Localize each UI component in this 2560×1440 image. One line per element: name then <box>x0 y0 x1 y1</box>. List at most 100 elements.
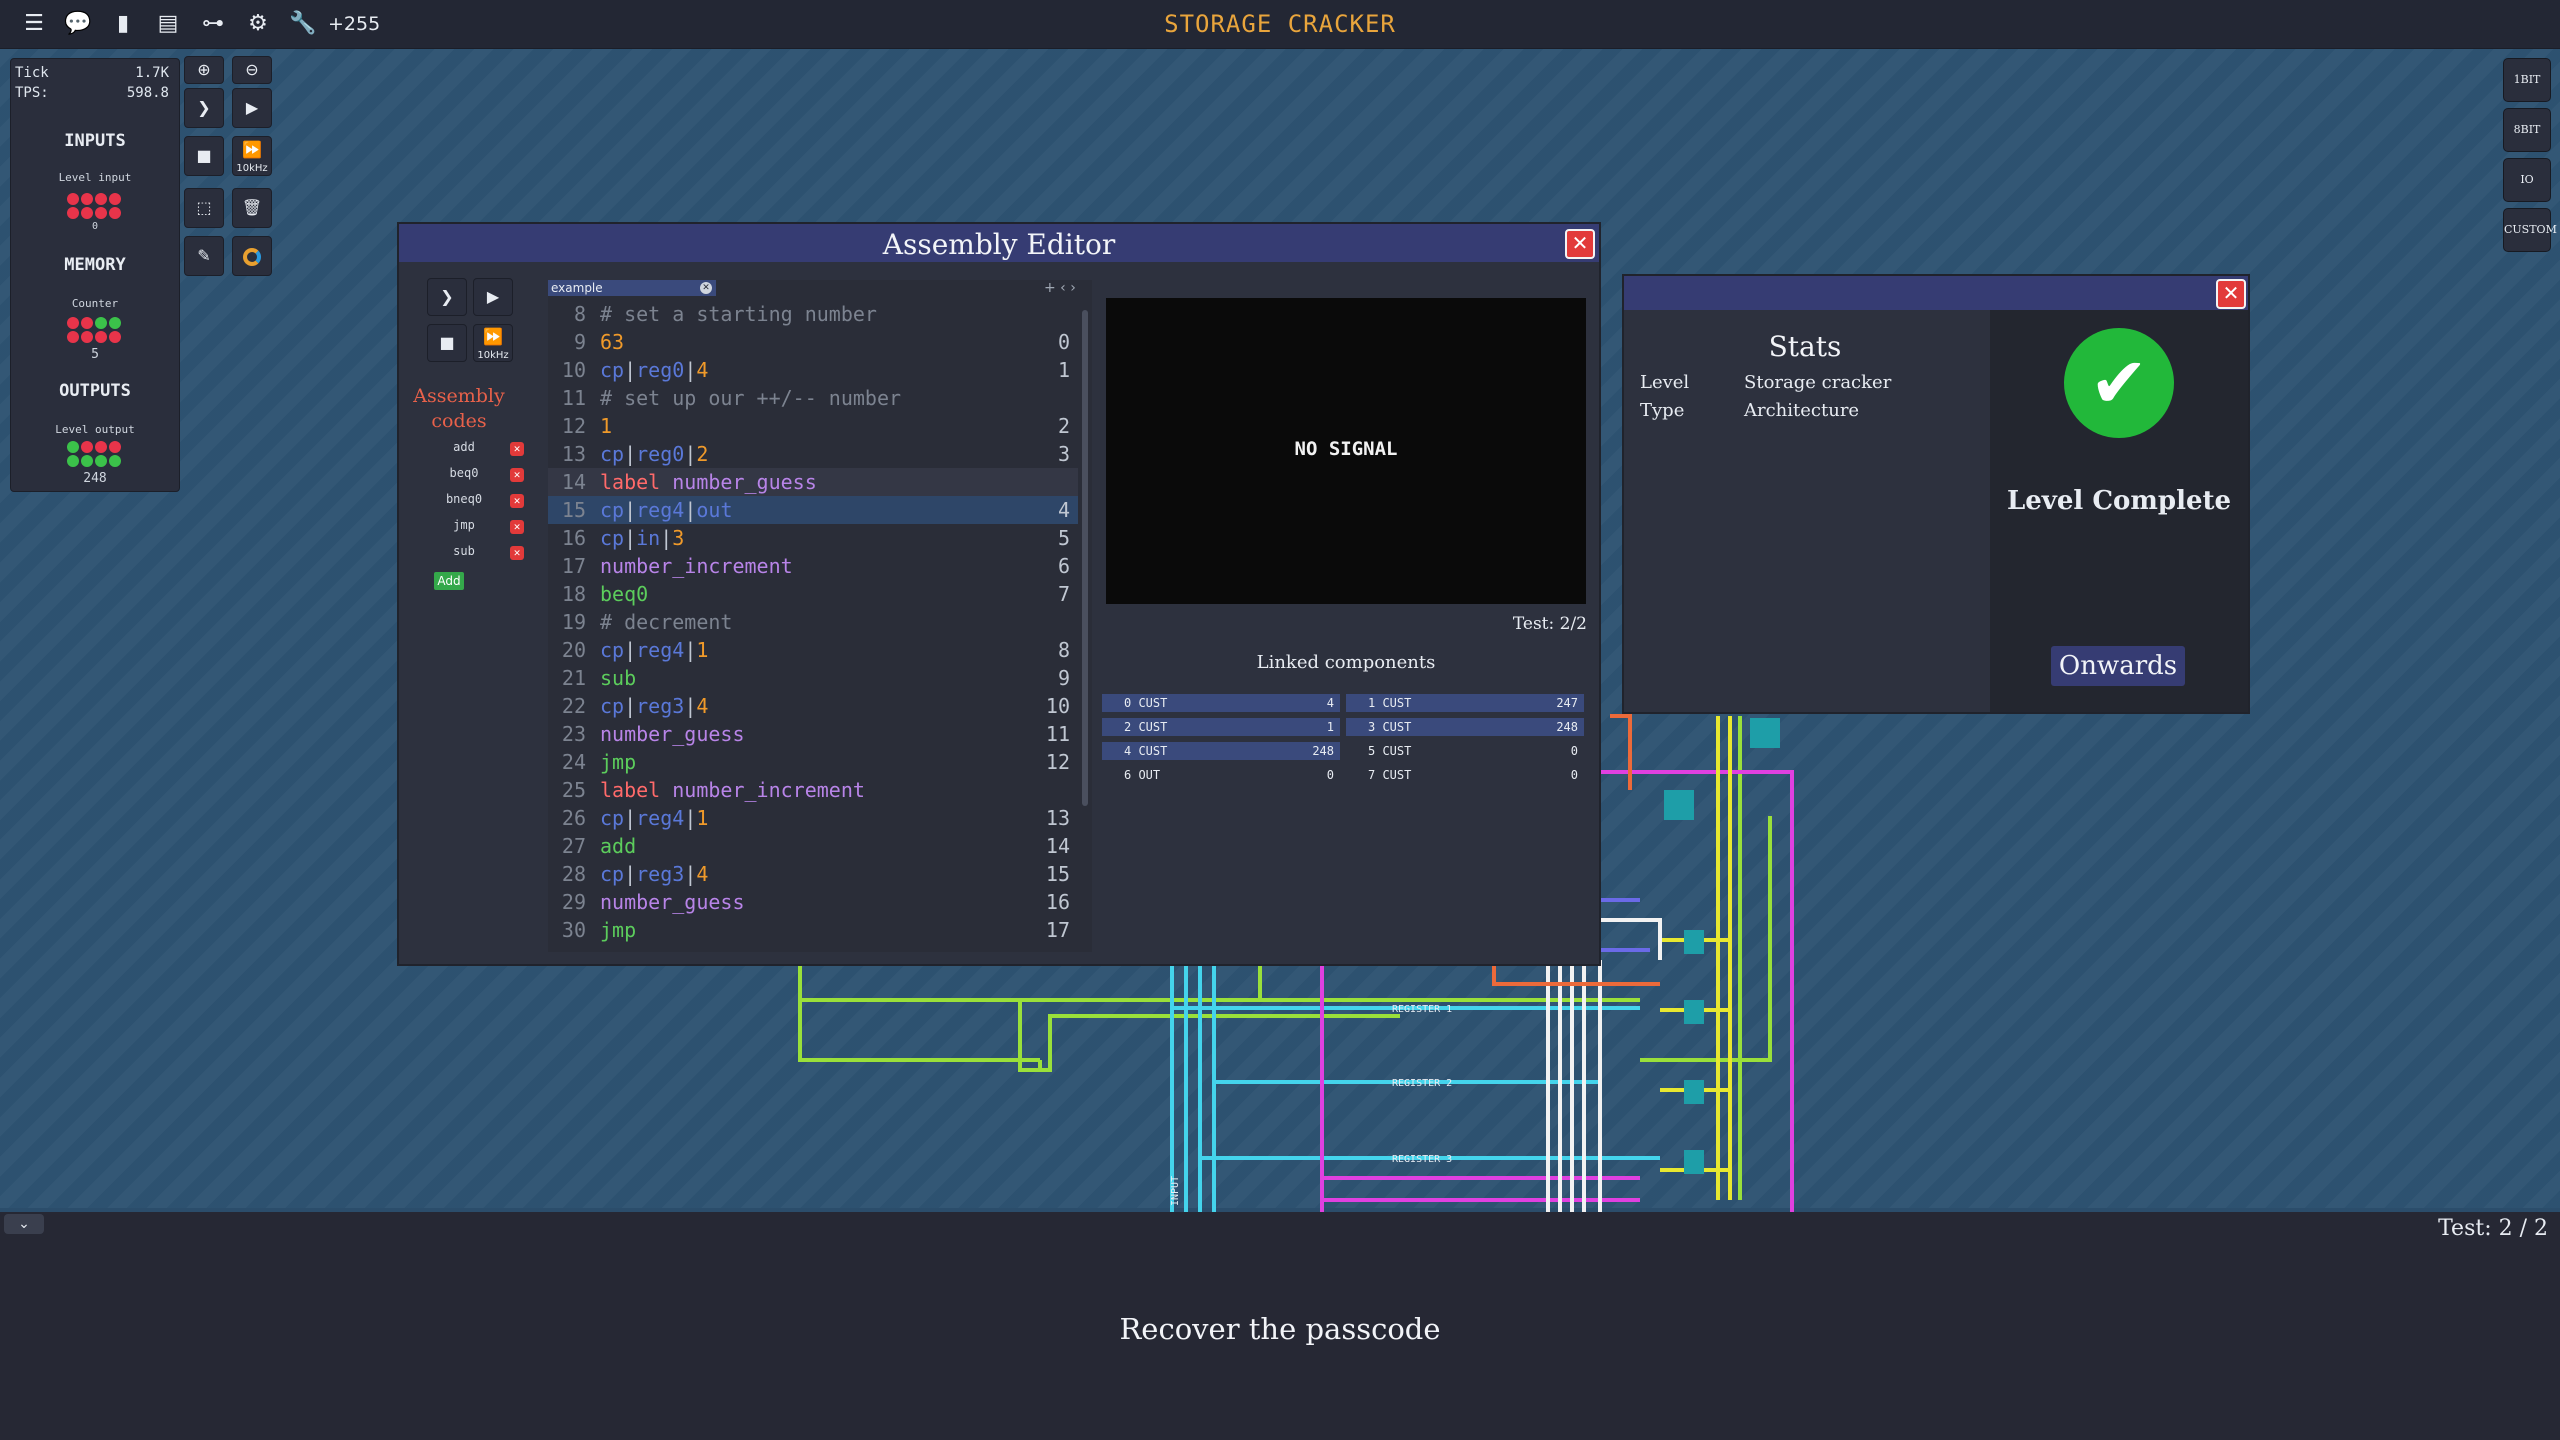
close-editor-button[interactable]: ✕ <box>1565 229 1595 259</box>
instruction-index: 15 <box>1045 862 1070 886</box>
code-line[interactable]: 19 # decrement <box>548 608 1078 636</box>
code-lines[interactable]: 8 # set a starting number 9 63 0 10 cp|reg0|4 1… <box>548 300 1078 944</box>
level-output-pins[interactable] <box>67 441 125 467</box>
line-text: cp|reg4|out <box>600 498 733 522</box>
code-line[interactable]: 13 cp|reg0|2 3 <box>548 440 1078 468</box>
component-custom-button[interactable]: CUSTOM <box>2503 208 2557 252</box>
stat-type-key: Type <box>1640 400 1685 421</box>
line-number: 14 <box>561 470 586 494</box>
code-line[interactable]: 26 cp|reg4|1 13 <box>548 804 1078 832</box>
remove-icon[interactable]: ✕ <box>510 546 524 560</box>
line-number: 24 <box>561 750 586 774</box>
component-8bit-button[interactable]: 8BIT <box>2503 108 2551 152</box>
code-item-bneq0[interactable]: bneq0 ✕ <box>419 492 524 512</box>
code-line[interactable]: 8 # set a starting number <box>548 300 1078 328</box>
line-text: add <box>600 834 637 858</box>
stop-button[interactable]: ■ <box>184 136 224 176</box>
code-line[interactable]: 24 jmp 12 <box>548 748 1078 776</box>
editor-play-button[interactable]: ▶ <box>473 278 513 316</box>
fast-forward-button[interactable]: ⏩ 10kHz <box>232 136 272 176</box>
editor-stop-button[interactable]: ■ <box>427 324 467 362</box>
code-line[interactable]: 12 1 2 <box>548 412 1078 440</box>
stats-header[interactable]: ✕ <box>1624 276 2248 310</box>
memory-title: MEMORY <box>64 255 126 275</box>
linked-component[interactable]: 1 CUST 247 <box>1346 694 1584 712</box>
code-line[interactable]: 23 number_guess 11 <box>548 720 1078 748</box>
delete-button[interactable]: 🗑 <box>232 188 272 228</box>
no-signal-text: NO SIGNAL <box>1294 438 1398 460</box>
editor-fast-forward-button[interactable]: ⏩ 10kHz <box>473 324 513 362</box>
level-input-pins[interactable] <box>67 193 125 219</box>
component-1bit-button[interactable]: 1BIT <box>2503 58 2551 102</box>
tps-label: TPS: <box>15 85 49 101</box>
stats-window: ✕ Stats Level Storage cracker Type Archi… <box>1622 274 2250 714</box>
code-item-sub[interactable]: sub ✕ <box>419 544 524 564</box>
code-line[interactable]: 17 number_increment 6 <box>548 552 1078 580</box>
level-output-label: Level output <box>55 423 135 436</box>
code-line[interactable]: 10 cp|reg0|4 1 <box>548 356 1078 384</box>
tab-nav[interactable]: + ‹ › <box>1044 280 1076 296</box>
zoom-out-button[interactable]: ⊖ <box>232 56 272 84</box>
close-tab-icon[interactable]: ✕ <box>700 282 712 294</box>
code-line[interactable]: 29 number_guess 16 <box>548 888 1078 916</box>
close-icon: ✕ <box>1571 231 1589 255</box>
remove-icon[interactable]: ✕ <box>510 494 524 508</box>
collapse-button[interactable]: ⌄ <box>4 1214 44 1234</box>
code-line[interactable]: 20 cp|reg4|1 8 <box>548 636 1078 664</box>
code-line[interactable]: 22 cp|reg3|4 10 <box>548 692 1078 720</box>
counter-pins[interactable] <box>67 317 125 343</box>
remove-icon[interactable]: ✕ <box>510 442 524 456</box>
line-number: 20 <box>561 638 586 662</box>
remove-icon[interactable]: ✕ <box>510 468 524 482</box>
close-stats-button[interactable]: ✕ <box>2216 279 2246 309</box>
code-line[interactable]: 28 cp|reg3|4 15 <box>548 860 1078 888</box>
line-text: cp|reg3|4 <box>600 862 709 886</box>
onwards-button[interactable]: Onwards <box>2051 646 2185 686</box>
color-button[interactable] <box>232 236 272 276</box>
component-name: 5 CUST <box>1368 744 1412 758</box>
step-button[interactable]: ❯ <box>184 88 224 128</box>
code-line[interactable]: 15 cp|reg4|out 4 <box>548 496 1078 524</box>
code-line[interactable]: 14 label number_guess <box>548 468 1078 496</box>
instruction-index: 0 <box>1057 330 1070 354</box>
editor-step-button[interactable]: ❯ <box>427 278 467 316</box>
linked-component[interactable]: 6 OUT 0 <box>1102 766 1340 784</box>
code-scrollbar[interactable] <box>1082 310 1088 806</box>
pencil-button[interactable]: ✎ <box>184 236 224 276</box>
assembly-editor-header[interactable]: Assembly Editor ✕ <box>399 224 1599 262</box>
add-code-button[interactable]: Add <box>434 572 464 590</box>
zoom-out-icon: ⊖ <box>245 60 259 79</box>
code-line[interactable]: 21 sub 9 <box>548 664 1078 692</box>
code-line[interactable]: 9 63 0 <box>548 328 1078 356</box>
code-line[interactable]: 16 cp|in|3 5 <box>548 524 1078 552</box>
component-value: 248 <box>1556 720 1578 734</box>
tab-example[interactable]: example ✕ <box>548 280 716 296</box>
code-line[interactable]: 18 beq0 7 <box>548 580 1078 608</box>
code-item-jmp[interactable]: jmp ✕ <box>419 518 524 538</box>
code-line[interactable]: 27 add 14 <box>548 832 1078 860</box>
code-item-beq0[interactable]: beq0 ✕ <box>419 466 524 486</box>
line-number: 19 <box>561 610 586 634</box>
linked-component[interactable]: 5 CUST 0 <box>1346 742 1584 760</box>
remove-icon[interactable]: ✕ <box>510 520 524 534</box>
line-number: 17 <box>561 554 586 578</box>
linked-component[interactable]: 3 CUST 248 <box>1346 718 1584 736</box>
play-button[interactable]: ▶ <box>232 88 272 128</box>
inputs-title: INPUTS <box>64 131 126 151</box>
instruction-index: 9 <box>1057 666 1070 690</box>
instruction-index: 4 <box>1057 498 1070 522</box>
code-line[interactable]: 30 jmp 17 <box>548 916 1078 944</box>
code-item-add[interactable]: add ✕ <box>419 440 524 460</box>
component-io-button[interactable]: IO <box>2503 158 2551 202</box>
linked-component[interactable]: 7 CUST 0 <box>1346 766 1584 784</box>
linked-component[interactable]: 4 CUST 248 <box>1102 742 1340 760</box>
code-line[interactable]: 11 # set up our ++/-- number <box>548 384 1078 412</box>
component-name: 0 CUST <box>1124 696 1168 710</box>
select-button[interactable]: ⬚ <box>184 188 224 228</box>
line-number: 21 <box>561 666 586 690</box>
zoom-in-button[interactable]: ⊕ <box>184 56 224 84</box>
linked-component[interactable]: 0 CUST 4 <box>1102 694 1340 712</box>
linked-component[interactable]: 2 CUST 1 <box>1102 718 1340 736</box>
select-icon: ⬚ <box>196 198 212 217</box>
code-line[interactable]: 25 label number_increment <box>548 776 1078 804</box>
